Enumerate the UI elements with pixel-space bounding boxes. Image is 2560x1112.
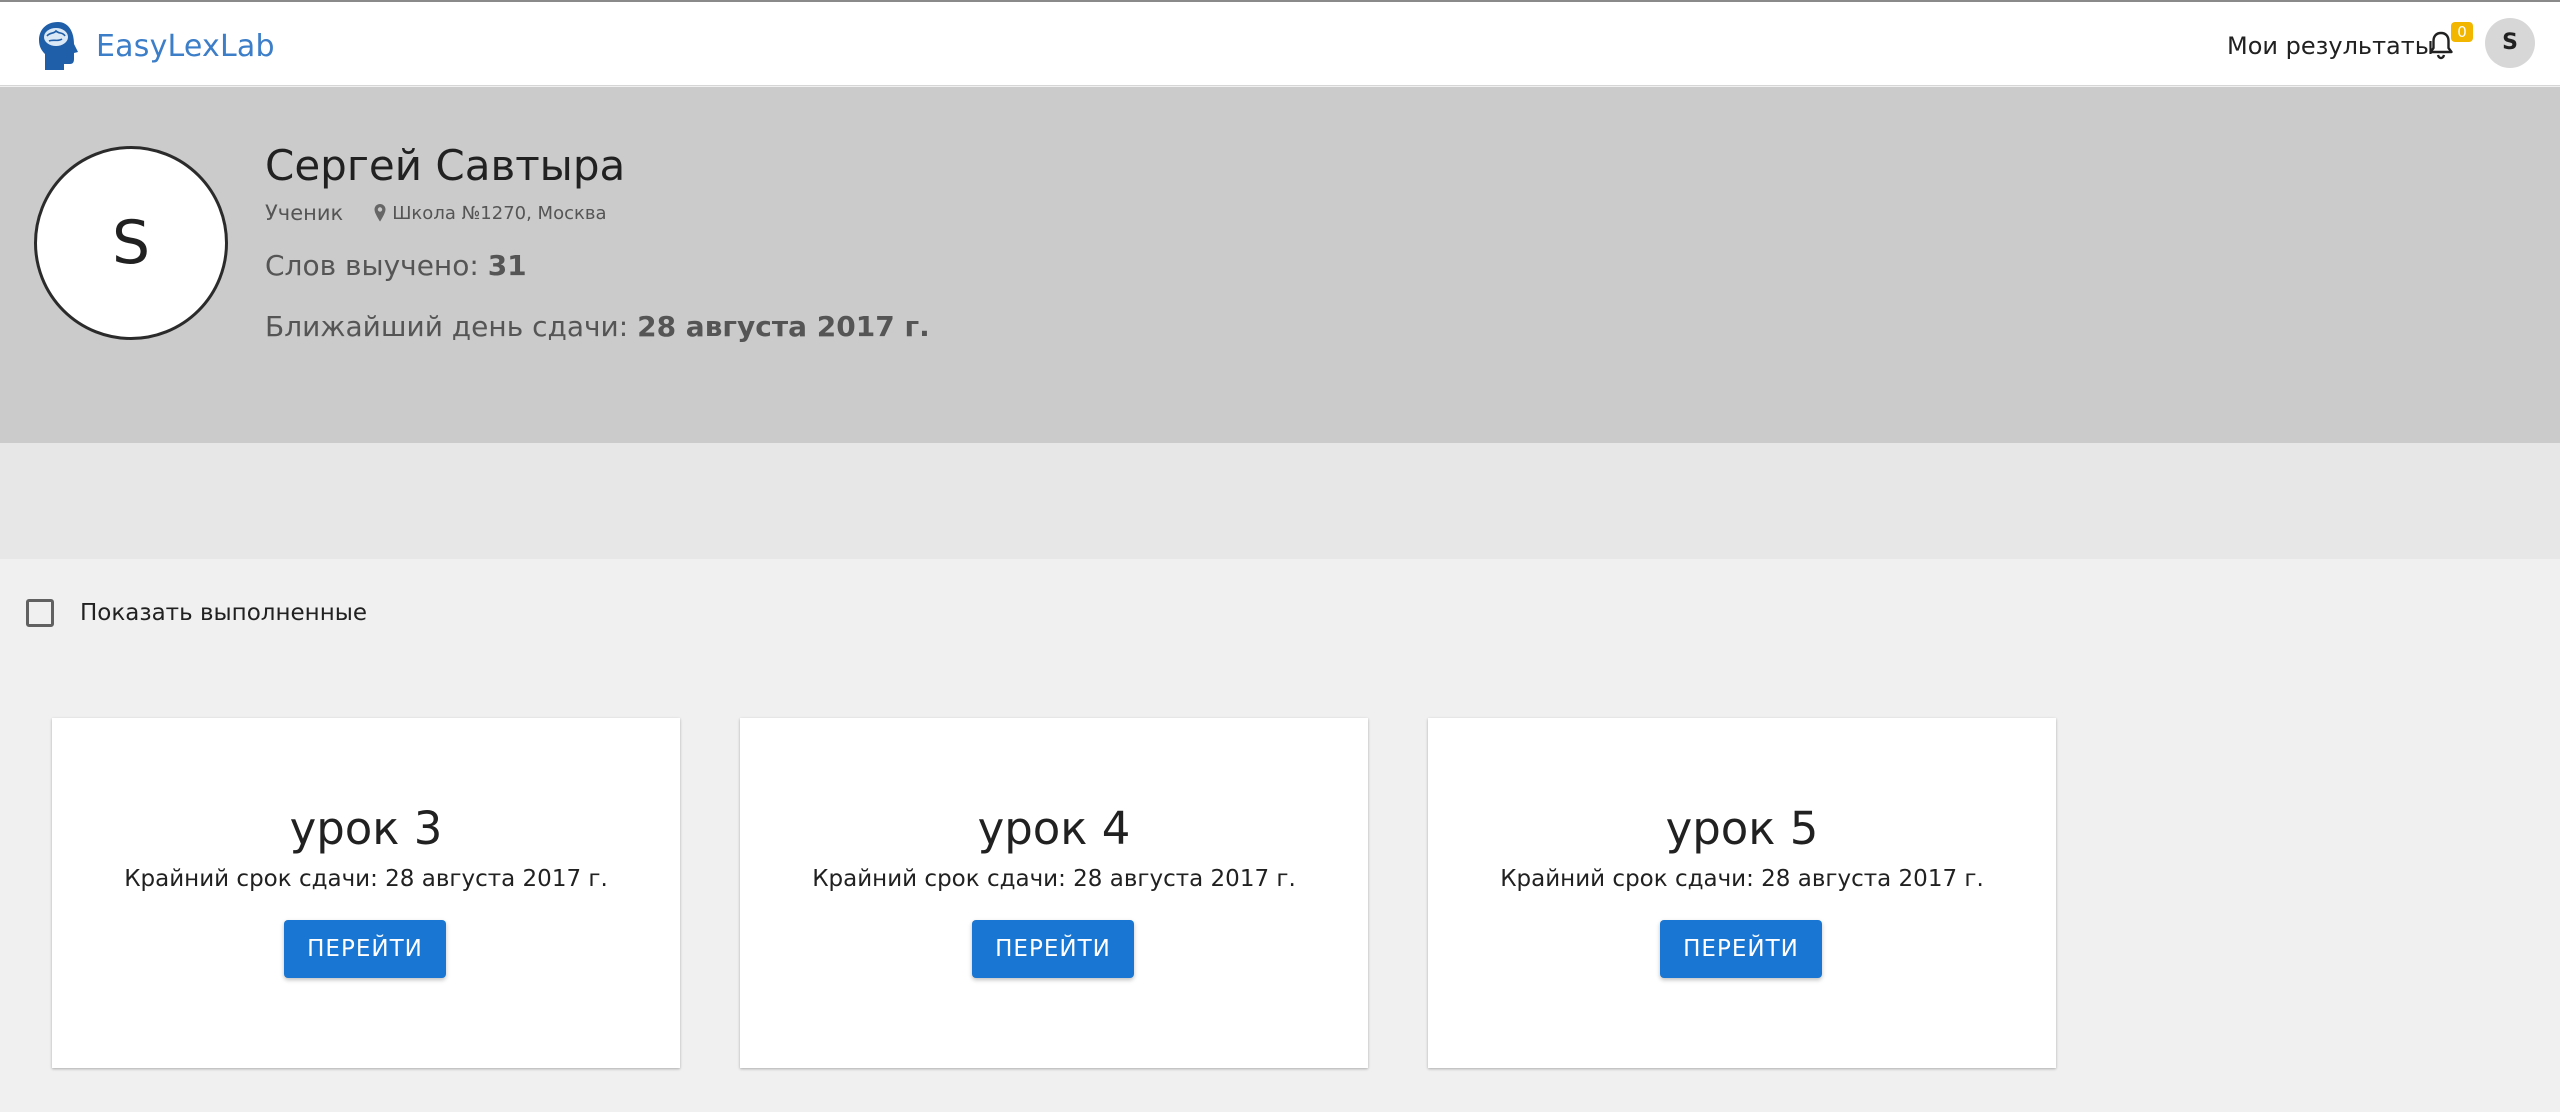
nearest-deadline: Ближайший день сдачи: 28 августа 2017 г. (265, 310, 930, 343)
lesson-deadline: Крайний срок сдачи: 28 августа 2017 г. (812, 866, 1296, 892)
map-pin-icon (374, 204, 386, 222)
top-navigation-bar: EasyLexLab Мои результаты 0 S (0, 0, 2560, 86)
nearest-deadline-label: Ближайший день сдачи: (265, 310, 638, 343)
my-results-link[interactable]: Мои результаты (2227, 28, 2434, 64)
words-learned-label: Слов выучено: (265, 249, 488, 282)
profile-meta: Ученик Школа №1270, Москва (265, 201, 607, 225)
notification-count-badge: 0 (2451, 22, 2473, 42)
profile-avatar: S (34, 146, 228, 340)
app-name: EasyLexLab (96, 28, 275, 64)
lesson-deadline: Крайний срок сдачи: 28 августа 2017 г. (124, 866, 608, 892)
profile-header: S Сергей Савтыра Ученик Школа №1270, Мос… (0, 87, 2560, 443)
go-to-lesson-button[interactable]: ПЕРЕЙТИ (972, 920, 1134, 978)
lesson-title: урок 4 (977, 802, 1131, 855)
head-brain-logo-icon (39, 22, 78, 70)
lesson-deadline: Крайний срок сдачи: 28 августа 2017 г. (1500, 866, 1984, 892)
go-to-lesson-button[interactable]: ПЕРЕЙТИ (284, 920, 446, 978)
lesson-title: урок 3 (289, 802, 443, 855)
section-divider-band (0, 443, 2560, 559)
brand-home-link[interactable]: EasyLexLab (36, 20, 275, 72)
lesson-card: урок 5 Крайний срок сдачи: 28 августа 20… (1428, 718, 2056, 1068)
lesson-card: урок 3 Крайний срок сдачи: 28 августа 20… (52, 718, 680, 1068)
words-learned: Слов выучено: 31 (265, 249, 527, 282)
nearest-deadline-date: 28 августа 2017 г. (637, 310, 930, 343)
lesson-card: урок 4 Крайний срок сдачи: 28 августа 20… (740, 718, 1368, 1068)
profile-name: Сергей Савтыра (265, 141, 626, 190)
go-to-lesson-button[interactable]: ПЕРЕЙТИ (1660, 920, 1822, 978)
show-completed-filter[interactable]: Показать выполненные (26, 597, 367, 629)
profile-role: Ученик (265, 201, 344, 225)
profile-school: Школа №1270, Москва (392, 202, 607, 224)
show-completed-label: Показать выполненные (80, 600, 368, 626)
lesson-title: урок 5 (1665, 802, 1819, 855)
user-menu-avatar[interactable]: S (2485, 18, 2535, 68)
show-completed-checkbox[interactable] (26, 599, 54, 627)
words-learned-count: 31 (487, 249, 527, 282)
